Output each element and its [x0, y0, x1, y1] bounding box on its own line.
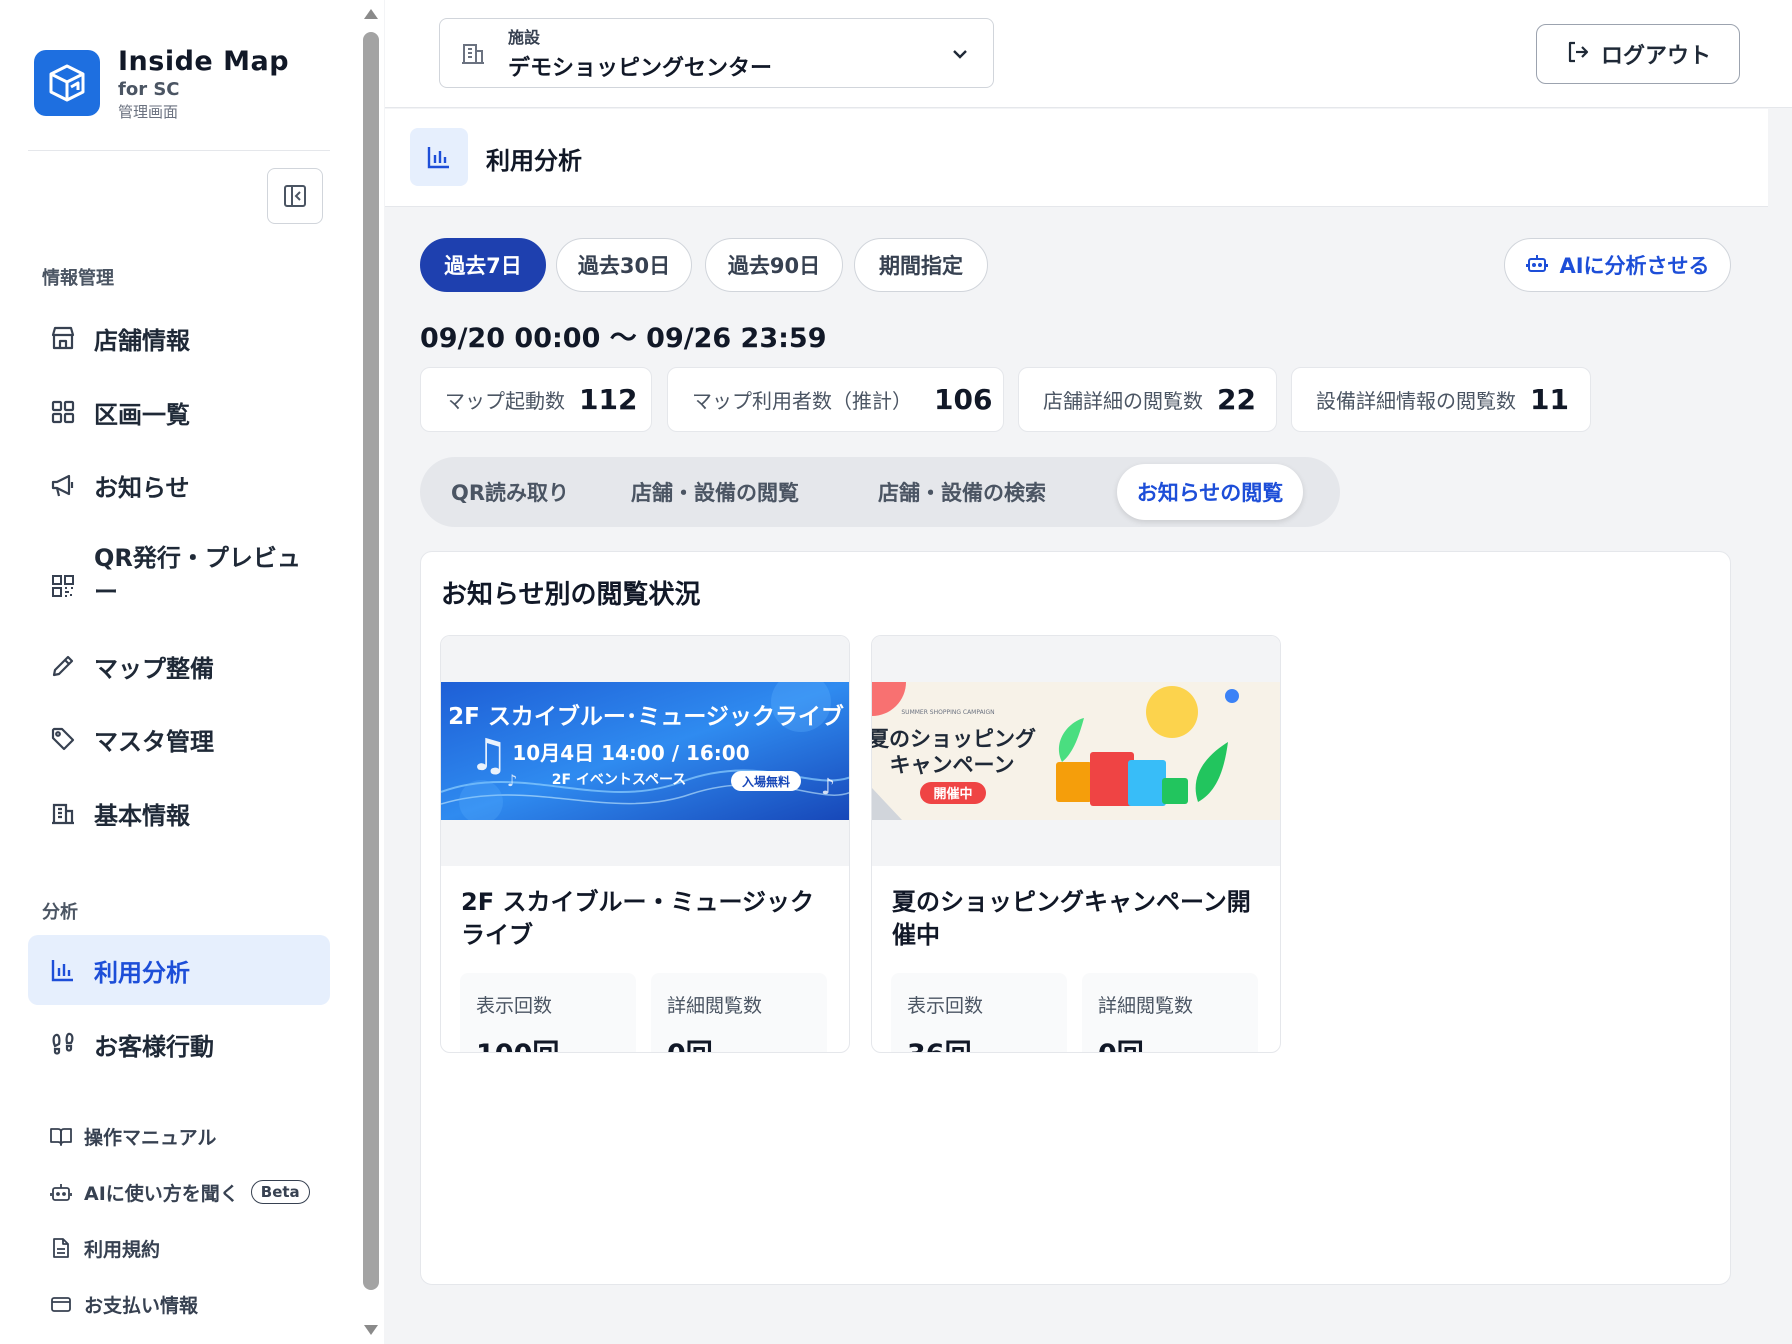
stat-card-facility-detail-views: 設備詳細情報の閲覧数 11 — [1291, 367, 1591, 432]
metric-detail-views: 詳細閲覧数 0回 — [1082, 973, 1258, 1052]
brand-logo-icon — [34, 50, 100, 116]
banner-line2: キャンペーン — [890, 753, 1015, 777]
book-icon — [48, 1123, 74, 1149]
sidebar-item-usage-analysis[interactable]: 利用分析 — [28, 935, 330, 1005]
news-banner-image: SUMMER SHOPPING CAMPAIGN 夏のショッピング キャンペーン… — [872, 682, 1280, 820]
footer-link-terms[interactable]: 利用規約 — [48, 1232, 160, 1264]
document-icon — [48, 1235, 74, 1261]
footprints-icon — [48, 1029, 78, 1059]
news-title: 2F スカイブルー・ミュージックライブ — [461, 888, 814, 949]
sidebar-item-stores[interactable]: 店舗情報 — [28, 303, 330, 373]
metric-detail-views: 詳細閲覧数 0回 — [651, 973, 827, 1052]
bar-chart-icon — [48, 955, 78, 985]
metric-impressions: 表示回数 36回 — [891, 973, 1067, 1052]
news-title: 夏のショッピングキャンペーン開催中 — [892, 888, 1251, 949]
svg-text:♫: ♫ — [469, 730, 508, 781]
panel-title: お知らせ別の閲覧状況 — [441, 580, 701, 610]
robot-icon — [48, 1179, 74, 1205]
ai-analyze-button[interactable]: AIに分析させる — [1504, 238, 1731, 292]
tag-icon — [48, 724, 78, 754]
tab-news-views[interactable]: お知らせの閲覧 — [1117, 464, 1303, 520]
grid-icon — [48, 397, 78, 427]
brand-subtitle: for SC — [118, 79, 180, 100]
facility-label: 施設 — [508, 28, 541, 47]
footer-link-payment[interactable]: お支払い情報 — [48, 1288, 198, 1320]
scroll-up-arrow-icon[interactable] — [364, 9, 378, 19]
analysis-tabs: QR読み取り 店舗・設備の閲覧 店舗・設備の検索 お知らせの閲覧 — [420, 457, 1340, 527]
sidebar-item-sections[interactable]: 区画一覧 — [28, 377, 330, 447]
section-label-info: 情報管理 — [42, 268, 114, 289]
news-card[interactable]: ♫ ♪ ♪ 2F スカイブルー･ミュージックライブ 10月4日 14:00 / … — [440, 635, 850, 1053]
date-range: 09/20 00:00 〜 09/26 23:59 — [420, 323, 827, 354]
period-button-30d[interactable]: 過去30日 — [556, 238, 692, 292]
logout-icon — [1565, 39, 1591, 69]
sidebar: Inside Map for SC 管理画面 情報管理 店舗情報 区画一覧 お知… — [0, 0, 384, 1344]
pencil-icon — [48, 651, 78, 681]
collapse-sidebar-button[interactable] — [267, 168, 323, 224]
brand-name: Inside Map — [118, 46, 290, 77]
news-banner-image: ♫ ♪ ♪ 2F スカイブルー･ミュージックライブ 10月4日 14:00 / … — [441, 682, 849, 820]
banner-line1: 夏のショッピング — [872, 727, 1036, 751]
brand[interactable]: Inside Map for SC 管理画面 — [34, 46, 289, 122]
store-icon — [48, 323, 78, 353]
section-label-analysis: 分析 — [42, 902, 78, 923]
svg-text:♪: ♪ — [821, 775, 835, 800]
footer-link-manual[interactable]: 操作マニュアル — [48, 1120, 216, 1152]
sidebar-item-map-edit[interactable]: マップ整備 — [28, 631, 330, 701]
news-card[interactable]: SUMMER SHOPPING CAMPAIGN 夏のショッピング キャンペーン… — [871, 635, 1281, 1053]
period-button-7d[interactable]: 過去7日 — [420, 238, 546, 292]
sidebar-collapse-icon — [284, 185, 306, 207]
period-button-90d[interactable]: 過去90日 — [705, 238, 843, 292]
credit-card-icon — [48, 1291, 74, 1317]
divider — [28, 150, 330, 151]
beta-badge: Beta — [250, 1180, 310, 1204]
stat-card-map-launches: マップ起動数 112 — [420, 367, 652, 432]
tab-store-facility-views[interactable]: 店舗・設備の閲覧 — [605, 464, 825, 520]
footer-link-ai-help[interactable]: AIに使い方を聞く Beta — [48, 1176, 310, 1208]
building-icon — [48, 798, 78, 828]
svg-text:♪: ♪ — [507, 771, 517, 790]
robot-icon — [1525, 251, 1549, 279]
sidebar-scrollbar-thumb[interactable] — [363, 32, 379, 1290]
sidebar-item-customer-behavior[interactable]: お客様行動 — [28, 1009, 330, 1079]
news-views-panel: お知らせ別の閲覧状況 ♫ ♪ ♪ 2F スカイブルー･ミュージックライブ 10月… — [420, 551, 1731, 1285]
page-header: 利用分析 — [385, 109, 1768, 207]
bar-chart-icon — [410, 128, 468, 186]
sidebar-item-news[interactable]: お知らせ — [28, 450, 330, 520]
facility-select[interactable]: 施設 デモショッピングセンター — [439, 18, 994, 88]
period-button-custom[interactable]: 期間指定 — [854, 238, 988, 292]
banner-small: SUMMER SHOPPING CAMPAIGN — [901, 709, 994, 716]
top-bar: 施設 デモショッピングセンター ログアウト — [385, 0, 1792, 108]
qr-code-icon — [48, 571, 78, 601]
facility-value: デモショッピングセンター — [508, 56, 773, 81]
brand-caption: 管理画面 — [118, 103, 179, 121]
banner-line2: 10月4日 14:00 / 16:00 — [512, 741, 749, 765]
sidebar-item-basic-info[interactable]: 基本情報 — [28, 778, 330, 848]
sidebar-item-master[interactable]: マスタ管理 — [28, 704, 330, 774]
logout-button[interactable]: ログアウト — [1536, 24, 1740, 84]
building-icon — [458, 38, 488, 68]
metric-impressions: 表示回数 100回 — [460, 973, 636, 1052]
tab-qr-scan[interactable]: QR読み取り — [430, 464, 590, 520]
banner-badge: 入場無料 — [742, 774, 790, 789]
megaphone-icon — [48, 470, 78, 500]
banner-line3: 2F イベントスペース — [552, 772, 687, 788]
chevron-down-icon — [949, 43, 971, 69]
page-title: 利用分析 — [486, 147, 582, 175]
scroll-down-arrow-icon[interactable] — [364, 1325, 378, 1335]
stat-card-store-detail-views: 店舗詳細の閲覧数 22 — [1018, 367, 1277, 432]
stat-card-map-users: マップ利用者数（推計） 106 — [667, 367, 1004, 432]
sidebar-item-qr[interactable]: QR発行・プレビュー — [28, 527, 330, 623]
banner-badge: 開催中 — [933, 786, 972, 802]
tab-store-facility-search[interactable]: 店舗・設備の検索 — [852, 464, 1072, 520]
banner-line1: 2F スカイブルー･ミュージックライブ — [448, 703, 844, 730]
